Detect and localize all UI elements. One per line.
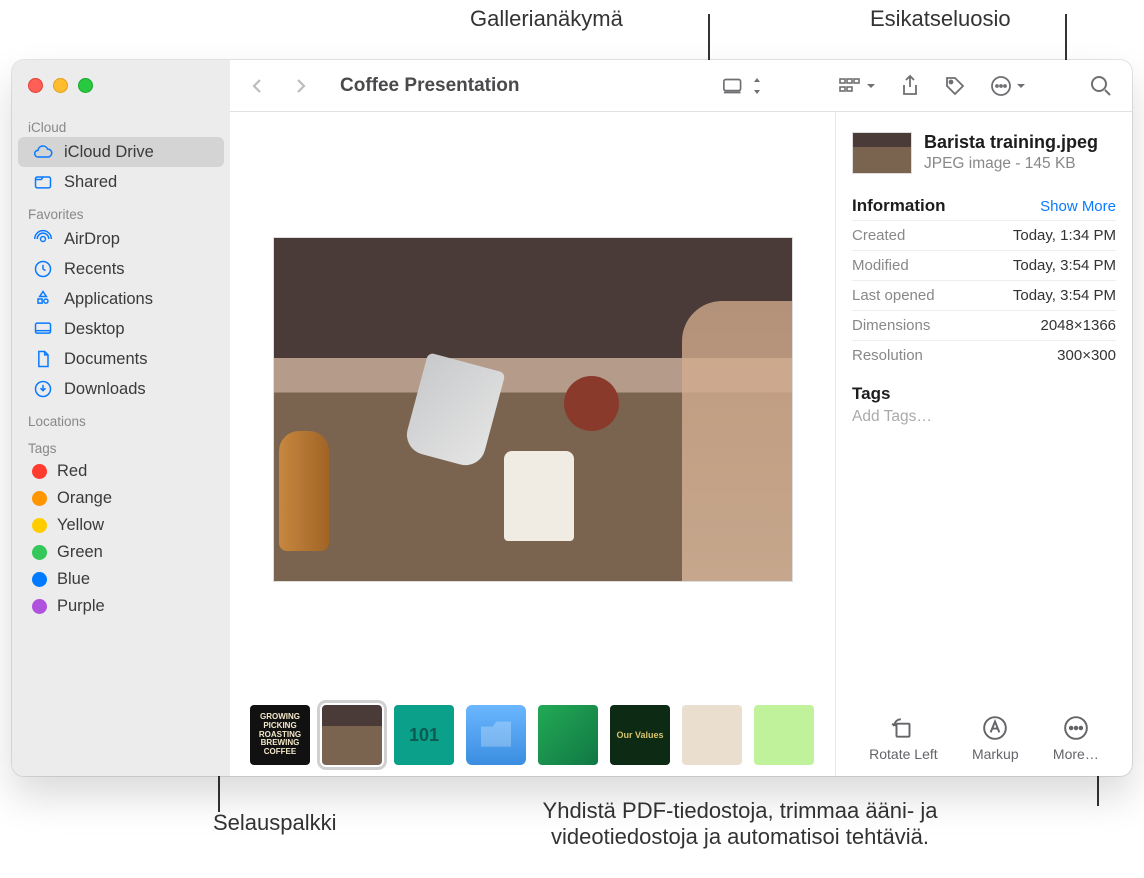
view-mode-button[interactable]: [716, 72, 768, 100]
thumb-item[interactable]: [466, 705, 526, 765]
sidebar-item-airdrop[interactable]: AirDrop: [18, 224, 224, 254]
thumb-item[interactable]: 101: [394, 705, 454, 765]
sidebar-tag-orange[interactable]: Orange: [18, 485, 224, 512]
finder-window: iCloud iCloud Drive Shared Favorites Air…: [12, 60, 1132, 776]
window-title: Coffee Presentation: [340, 75, 519, 97]
minimize-window-icon[interactable]: [53, 78, 68, 93]
sidebar-item-label: Blue: [57, 570, 90, 589]
download-icon: [32, 378, 54, 400]
info-section-label: Information: [852, 196, 946, 216]
tag-button[interactable]: [938, 71, 972, 101]
sidebar-item-label: Orange: [57, 489, 112, 508]
sidebar-tag-yellow[interactable]: Yellow: [18, 512, 224, 539]
thumb-item[interactable]: [322, 705, 382, 765]
more-toolbar-button[interactable]: [984, 71, 1032, 101]
preview-file-meta: JPEG image - 145 KB: [924, 155, 1098, 173]
gallery-view: GROWING PICKING ROASTING BREWING COFFEE …: [230, 112, 836, 776]
markup-button[interactable]: Markup: [972, 714, 1019, 762]
callout-more-desc: Yhdistä PDF-tiedostoja, trimmaa ääni- ja…: [470, 798, 1010, 850]
scrubber-bar[interactable]: GROWING PICKING ROASTING BREWING COFFEE …: [250, 706, 815, 776]
clock-icon: [32, 258, 54, 280]
more-actions-button[interactable]: More…: [1053, 714, 1099, 762]
sidebar-item-label: Recents: [64, 260, 125, 279]
back-button[interactable]: [244, 74, 270, 98]
sidebar-item-label: Shared: [64, 173, 117, 192]
thumb-item[interactable]: [682, 705, 742, 765]
rotate-left-button[interactable]: Rotate Left: [869, 714, 938, 762]
sidebar-item-label: iCloud Drive: [64, 143, 154, 162]
sidebar-tag-purple[interactable]: Purple: [18, 593, 224, 620]
sidebar-item-documents[interactable]: Documents: [18, 344, 224, 374]
show-more-link[interactable]: Show More: [1040, 198, 1116, 215]
tag-dot-icon: [32, 464, 47, 479]
callout-preview-area: Esikatseluosio: [870, 6, 1011, 32]
zoom-window-icon[interactable]: [78, 78, 93, 93]
toolbar: Coffee Presentation: [230, 60, 1132, 112]
sidebar-item-desktop[interactable]: Desktop: [18, 314, 224, 344]
close-window-icon[interactable]: [28, 78, 43, 93]
forward-button[interactable]: [288, 74, 314, 98]
sidebar-item-label: Documents: [64, 350, 147, 369]
thumb-item[interactable]: GROWING PICKING ROASTING BREWING COFFEE: [250, 705, 310, 765]
sidebar-item-label: Purple: [57, 597, 105, 616]
sidebar-tag-blue[interactable]: Blue: [18, 566, 224, 593]
share-button[interactable]: [894, 71, 926, 101]
sidebar-item-label: Yellow: [57, 516, 104, 535]
markup-icon: [981, 714, 1009, 742]
folder-shared-icon: [32, 171, 54, 193]
search-button[interactable]: [1084, 71, 1118, 101]
sidebar-item-shared[interactable]: Shared: [18, 167, 224, 197]
add-tags-field[interactable]: Add Tags…: [852, 408, 1116, 426]
apps-icon: [32, 288, 54, 310]
sidebar-item-downloads[interactable]: Downloads: [18, 374, 224, 404]
sidebar-tag-green[interactable]: Green: [18, 539, 224, 566]
sidebar-item-label: Desktop: [64, 320, 125, 339]
thumb-item[interactable]: [538, 705, 598, 765]
sidebar-section-icloud: iCloud: [12, 110, 230, 137]
tag-dot-icon: [32, 599, 47, 614]
sidebar-item-label: Green: [57, 543, 103, 562]
info-row: Last openedToday, 3:54 PM: [852, 280, 1116, 310]
sidebar-tag-red[interactable]: Red: [18, 458, 224, 485]
window-traffic-lights[interactable]: [28, 78, 93, 93]
content-area: GROWING PICKING ROASTING BREWING COFFEE …: [230, 112, 1132, 776]
desktop-icon: [32, 318, 54, 340]
tag-dot-icon: [32, 545, 47, 560]
sidebar-section-favorites: Favorites: [12, 197, 230, 224]
sidebar-section-locations: Locations: [12, 404, 230, 431]
preview-thumbnail-icon: [852, 132, 912, 174]
info-row: Resolution300×300: [852, 340, 1116, 370]
callout-gallery-view: Gallerianäkymä: [470, 6, 623, 32]
sidebar-item-label: AirDrop: [64, 230, 120, 249]
group-button[interactable]: [832, 72, 882, 100]
thumb-item[interactable]: Our Values: [610, 705, 670, 765]
info-row: ModifiedToday, 3:54 PM: [852, 250, 1116, 280]
tag-dot-icon: [32, 572, 47, 587]
main-preview-image[interactable]: [250, 112, 815, 706]
sidebar-item-icloud-drive[interactable]: iCloud Drive: [18, 137, 224, 167]
more-icon: [1062, 714, 1090, 742]
sidebar-section-tags: Tags: [12, 431, 230, 458]
info-row: Dimensions2048×1366: [852, 310, 1116, 340]
tag-dot-icon: [32, 491, 47, 506]
tag-dot-icon: [32, 518, 47, 533]
preview-pane: Barista training.jpeg JPEG image - 145 K…: [836, 112, 1132, 776]
tags-section-label: Tags: [852, 384, 1116, 404]
rotate-left-icon: [889, 714, 917, 742]
cloud-icon: [32, 141, 54, 163]
callout-scrubber: Selauspalkki: [213, 810, 337, 836]
sidebar-item-applications[interactable]: Applications: [18, 284, 224, 314]
sidebar-item-label: Applications: [64, 290, 153, 309]
airdrop-icon: [32, 228, 54, 250]
sidebar-item-label: Downloads: [64, 380, 146, 399]
sidebar-item-label: Red: [57, 462, 87, 481]
doc-icon: [32, 348, 54, 370]
sidebar-item-recents[interactable]: Recents: [18, 254, 224, 284]
sidebar: iCloud iCloud Drive Shared Favorites Air…: [12, 60, 230, 776]
thumb-item[interactable]: [754, 705, 814, 765]
info-row: CreatedToday, 1:34 PM: [852, 220, 1116, 250]
preview-filename: Barista training.jpeg: [924, 132, 1098, 153]
main-area: Coffee Presentation: [230, 60, 1132, 776]
